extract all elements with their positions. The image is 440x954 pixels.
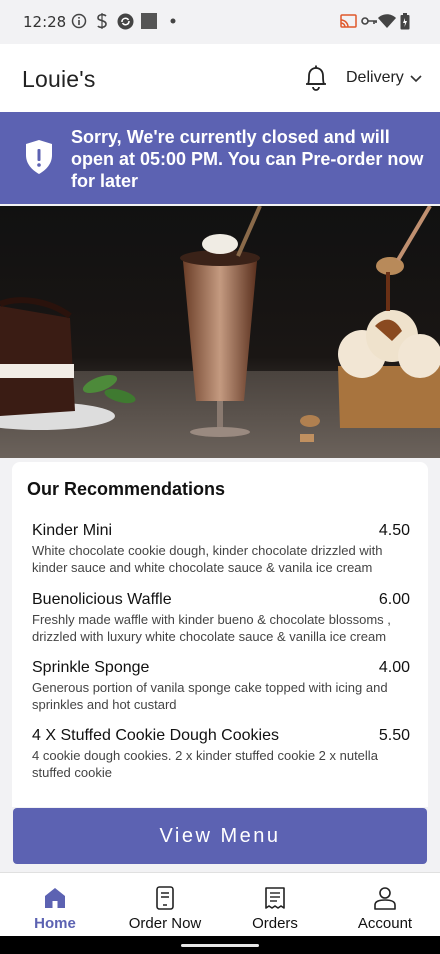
cast-icon <box>339 12 357 30</box>
user-icon <box>373 886 397 910</box>
square-icon <box>140 12 158 30</box>
menu-item-name: 4 X Stuffed Cookie Dough Cookies <box>32 727 279 744</box>
info-circle-icon <box>70 12 88 30</box>
gesture-bar <box>0 936 440 954</box>
menu-item-price: 5.50 <box>378 727 410 744</box>
delivery-selector[interactable]: Delivery <box>346 69 404 87</box>
menu-item-description: Freshly made waffle with kinder bueno & … <box>32 612 391 644</box>
menu-item[interactable]: Sprinkle Sponge 4.00 Generous portion of… <box>32 659 410 713</box>
nav-label: Account <box>357 915 413 932</box>
nav-account[interactable]: Account <box>330 873 440 937</box>
status-time: 12:28 <box>23 13 67 31</box>
menu-item[interactable]: Kinder Mini 4.50 White chocolate cookie … <box>32 522 410 576</box>
battery-icon <box>396 12 414 30</box>
chevron-down-icon[interactable] <box>409 72 423 84</box>
menu-item-description: Generous portion of vanila sponge cake t… <box>32 680 388 712</box>
menu-item[interactable]: Buenolicious Waffle 6.00 Freshly made wa… <box>32 591 410 645</box>
home-icon <box>43 886 67 910</box>
menu-item-price: 4.50 <box>378 522 410 539</box>
dot-icon <box>164 12 182 30</box>
nav-home[interactable]: Home <box>0 873 110 937</box>
closed-message: Sorry, We're currently closed and will o… <box>71 127 424 191</box>
menu-item-price: 4.00 <box>378 659 410 676</box>
gesture-handle[interactable] <box>181 944 259 947</box>
app-header: Louie's Delivery <box>0 44 440 113</box>
menu-item-description: White chocolate cookie dough, kinder cho… <box>32 543 383 575</box>
menu-item-price: 6.00 <box>378 591 410 608</box>
menu-item-name: Kinder Mini <box>32 522 113 539</box>
receipt-icon <box>263 886 287 910</box>
phone-order-icon <box>153 886 177 910</box>
wifi-icon <box>378 12 396 30</box>
menu-item[interactable]: 4 X Stuffed Cookie Dough Cookies 5.50 4 … <box>32 727 410 781</box>
bottom-nav: Home Order Now Orders Account <box>0 872 440 937</box>
nav-label: Orders <box>252 915 298 932</box>
closed-banner: Sorry, We're currently closed and will o… <box>0 112 440 204</box>
menu-item-name: Buenolicious Waffle <box>32 591 172 608</box>
nav-orders[interactable]: Orders <box>220 873 330 937</box>
nav-label: Home <box>34 915 76 932</box>
shield-alert-icon <box>24 139 54 175</box>
menu-item-description: 4 cookie dough cookies. 2 x kinder stuff… <box>32 748 378 780</box>
bell-icon[interactable] <box>303 64 329 92</box>
status-bar: 12:28 <box>0 0 440 44</box>
recommendations-card: Our Recommendations Kinder Mini 4.50 Whi… <box>12 462 428 807</box>
nav-label: Order Now <box>128 915 202 932</box>
view-menu-button[interactable]: View Menu <box>13 808 427 864</box>
hero-image <box>0 206 440 458</box>
menu-item-name: Sprinkle Sponge <box>32 659 150 676</box>
sync-icon <box>116 12 134 30</box>
s-coin-icon <box>93 12 111 30</box>
key-icon <box>360 12 378 30</box>
nav-order-now[interactable]: Order Now <box>110 873 220 937</box>
restaurant-title: Louie's <box>22 66 96 92</box>
recommendations-heading: Our Recommendations <box>27 479 226 499</box>
